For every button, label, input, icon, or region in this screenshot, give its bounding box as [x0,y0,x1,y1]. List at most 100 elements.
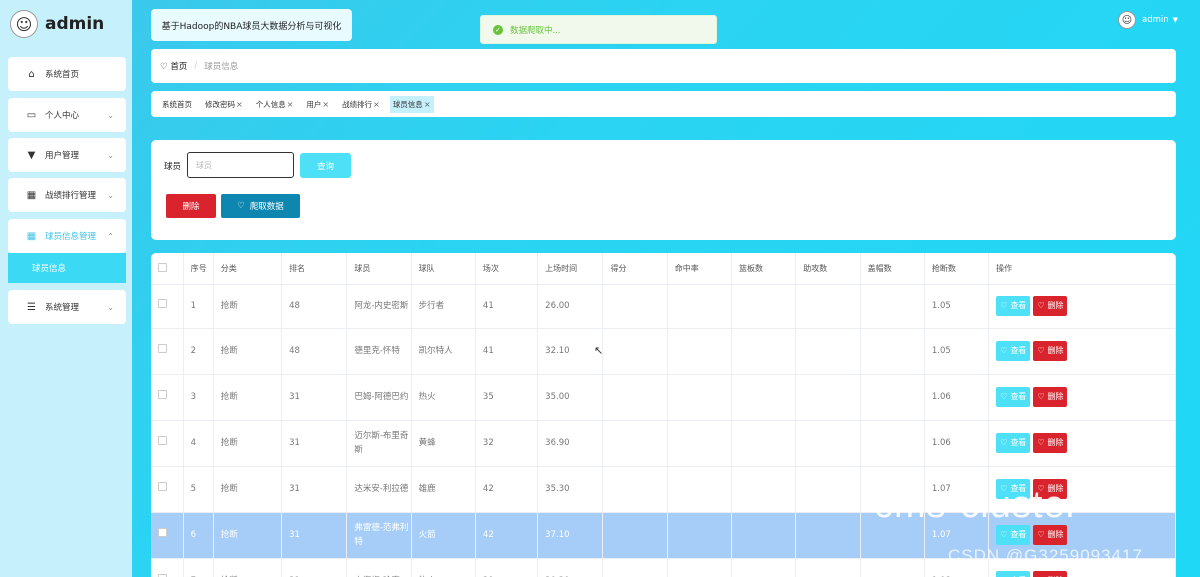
tag-home[interactable]: 系统首页 [159,96,195,113]
row-actions: ♡查看♡删除 [996,433,1175,453]
sidebar-item-label: 系统管理 [45,303,80,313]
heart-icon: ♡ [1000,530,1008,539]
cell-steals: 1.05 [924,328,990,375]
select-all-checkbox[interactable] [158,262,167,272]
tag-personal-info[interactable]: 个人信息 × [253,96,297,113]
row-checkbox[interactable] [158,344,167,353]
close-icon[interactable]: × [322,100,329,109]
cell-team: 热火 [411,374,476,421]
cell-index: 4 [183,420,214,467]
cell-actions: ♡查看♡删除 [988,284,1176,329]
row-checkbox[interactable] [158,482,167,491]
cell-team: 黄蜂 [411,420,476,467]
cell-rank: 31 [281,466,348,513]
table-row[interactable]: 3 抢断 31 巴姆-阿德巴约 热火 35 35.00 1.06 ♡ 查看 ♡ 删除 [151,374,1176,421]
view-button[interactable]: ♡查看 [996,525,1031,545]
sidebar-item-ranking[interactable]: ▦ 战绩排行管理 ⌄ [8,178,126,212]
toast-message: ✓ 数据爬取中... [480,15,717,44]
table-row[interactable]: 2 抢断 48 德里克-怀特 凯尔特人 41 32.10 1.05 ♡ 查看 ♡ 删除 [151,328,1176,375]
heart-icon: ♡ [1000,438,1008,447]
search-label: 球员 [164,162,182,172]
delete-button[interactable]: ♡删除 [1033,525,1068,545]
header-blocks: 盖帽数 [860,253,925,285]
cell-points [602,420,668,467]
view-button[interactable]: ♡查看 [996,341,1031,361]
cell-checkbox[interactable] [151,466,184,513]
row-checkbox[interactable] [158,528,167,537]
query-button[interactable]: 查询 [300,153,351,178]
cell-player: 小海梅-哈克 [346,558,412,577]
tag-change-password[interactable]: 修改密码 × [202,96,246,113]
heart-icon: ♡ [1000,392,1008,401]
cell-category: 抢断 [213,512,283,559]
heart-icon: ♡ [1037,530,1045,539]
sidebar-item-label: 球员信息管理 [45,232,97,242]
close-icon[interactable]: × [424,100,431,109]
table-row[interactable]: 4 抢断 31 迈尔斯-布里奇斯 黄蜂 32 36.90 1.06 ♡ 查看 ♡ 删除 [151,420,1176,467]
close-icon[interactable]: × [236,100,243,109]
cell-blocks [860,420,925,467]
row-checkbox[interactable] [158,436,167,445]
delete-button[interactable]: ♡删除 [1033,433,1068,453]
row-actions: ♡查看♡删除 [996,296,1175,316]
crawl-data-button[interactable]: ♡ 爬取数据 [221,194,300,218]
close-icon[interactable]: × [373,100,380,109]
cell-checkbox[interactable] [151,512,184,559]
view-button[interactable]: ♡查看 [996,387,1031,407]
cell-games: 41 [475,284,539,329]
cell-blocks [860,284,925,329]
search-input[interactable] [187,152,294,178]
user-menu[interactable]: ☺ admin ▼ [1118,11,1178,29]
heart-icon: ♡ [1000,301,1008,310]
cell-checkbox[interactable] [151,284,184,329]
header-player: 球员 [346,253,412,285]
view-button[interactable]: ♡查看 [996,296,1031,316]
close-icon[interactable]: × [287,100,294,109]
avatar: ☺ [1118,11,1136,29]
breadcrumb-separator: / [194,61,198,71]
delete-button[interactable]: ♡删除 [1033,296,1068,316]
cell-checkbox[interactable] [151,420,184,467]
view-button[interactable]: ♡查看 [996,571,1031,577]
brand-name: admin [45,14,105,34]
row-checkbox[interactable] [158,390,167,399]
row-actions: ♡查看♡删除 [996,571,1175,577]
header-checkbox-cell[interactable] [151,253,184,285]
player-table: 序号 分类 排名 球员 球队 场次 上场时间 得分 命中率 篮板数 助攻数 盖帽… [151,253,1176,577]
tag-users[interactable]: 用户 × [303,96,332,113]
cell-minutes: 35.30 [537,466,604,513]
chevron-down-icon: ⌄ [107,190,114,200]
row-checkbox[interactable] [158,299,167,308]
tag-player-info[interactable]: 球员信息 × [389,95,434,113]
batch-delete-button[interactable]: 删除 [166,194,216,218]
table-row[interactable]: 1 抢断 48 阿龙-内史密斯 步行者 41 26.00 1.05 ♡ 查看 ♡ 删除 [151,284,1176,329]
header-fg-pct: 命中率 [667,253,733,285]
delete-button[interactable]: ♡删除 [1033,341,1068,361]
header-index: 序号 [183,253,214,285]
header-rebounds: 篮板数 [731,253,797,285]
view-button[interactable]: ♡查看 [996,433,1031,453]
cell-fg-pct [667,512,733,559]
sidebar-item-users[interactable]: ▼ 用户管理 ⌄ [8,138,126,172]
cell-assists [795,420,861,467]
cell-games: 42 [475,466,539,513]
cell-rank: 48 [281,328,348,375]
cell-minutes: 30.20 [537,558,604,577]
cell-points [602,328,668,375]
delete-button[interactable]: ♡删除 [1033,571,1068,577]
cell-checkbox[interactable] [151,558,184,577]
tags-bar: 系统首页 修改密码 × 个人信息 × 用户 × 战绩排行 × 球员信息 × [151,91,1176,117]
sidebar-subitem-player-info[interactable]: 球员信息 [8,253,126,283]
header-points: 得分 [602,253,668,285]
sidebar-item-personal[interactable]: ▭ 个人中心 ⌄ [8,98,126,132]
sidebar-item-players[interactable]: ▦ 球员信息管理 ⌃ [8,219,126,253]
sidebar-item-system[interactable]: ☰ 系统管理 ⌄ [8,290,126,324]
delete-button[interactable]: ♡删除 [1033,387,1068,407]
cell-checkbox[interactable] [151,374,184,421]
breadcrumb-home[interactable]: ♡ 首页 [160,60,187,72]
cell-steals: 1.05 [924,284,990,329]
cell-checkbox[interactable] [151,328,184,375]
tag-ranking[interactable]: 战绩排行 × [339,96,383,113]
sidebar-item-home[interactable]: ⌂ 系统首页 [8,57,126,91]
caret-down-icon: ▼ [1172,16,1179,24]
